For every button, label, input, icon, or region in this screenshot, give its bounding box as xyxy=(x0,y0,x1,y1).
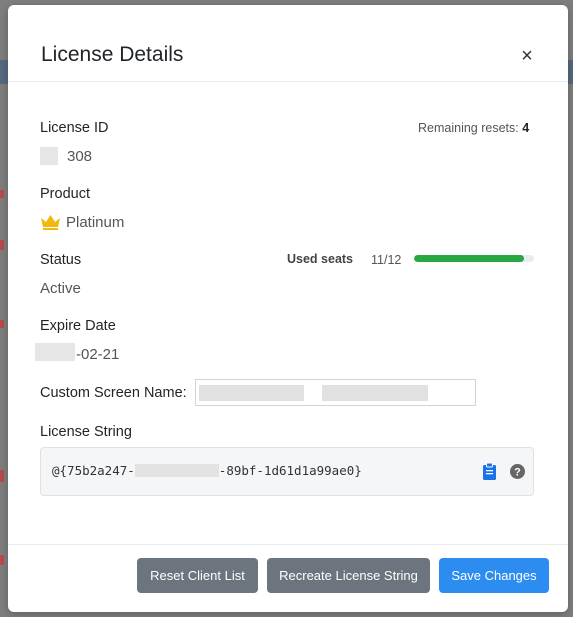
license-string-value: @{75b2a247- -89bf-1d61d1a99ae0} xyxy=(52,463,362,478)
modal-header: License Details × xyxy=(8,5,568,82)
modal-title: License Details xyxy=(41,43,184,66)
license-string-box: @{75b2a247- -89bf-1d61d1a99ae0} ? xyxy=(40,447,534,496)
close-button[interactable]: × xyxy=(517,46,537,66)
redacted-block xyxy=(199,385,304,401)
remaining-resets-label: Remaining resets: xyxy=(418,121,519,135)
used-seats-count: 11/12 xyxy=(371,253,402,267)
backdrop-marker xyxy=(0,555,4,565)
custom-screen-name-label: Custom Screen Name: xyxy=(40,385,187,401)
license-details-modal: License Details × License ID Remaining r… xyxy=(8,5,568,612)
backdrop-marker xyxy=(0,240,4,250)
status-value: Active xyxy=(40,280,81,297)
license-id-value: 308 xyxy=(67,148,93,165)
recreate-license-string-button[interactable]: Recreate License String xyxy=(267,558,430,593)
expire-date-label: Expire Date xyxy=(40,318,116,334)
redacted-block xyxy=(35,343,75,361)
close-icon: × xyxy=(521,45,533,67)
used-seats-label: Used seats xyxy=(287,252,354,266)
remaining-resets-value: 4 xyxy=(522,121,530,135)
help-icon[interactable]: ? xyxy=(510,464,525,479)
used-seats-progress xyxy=(414,255,534,262)
backdrop-marker xyxy=(0,470,4,482)
license-string-prefix: @{75b2a247- xyxy=(52,463,135,478)
product-value: Platinum xyxy=(66,214,125,231)
save-changes-button[interactable]: Save Changes xyxy=(439,558,549,593)
reset-client-list-button[interactable]: Reset Client List xyxy=(137,558,258,593)
clipboard-icon[interactable] xyxy=(483,463,496,480)
license-string-suffix: -89bf-1d61d1a99ae0} xyxy=(218,463,362,478)
license-string-label: License String xyxy=(40,424,132,440)
svg-text:?: ? xyxy=(514,467,521,479)
expire-date-value: -02-21 xyxy=(76,346,120,363)
remaining-resets: Remaining resets: 4 xyxy=(418,121,529,135)
redacted-block xyxy=(40,147,58,165)
license-id-label: License ID xyxy=(40,120,109,136)
redacted-block xyxy=(134,464,219,477)
custom-screen-name-input[interactable] xyxy=(195,379,476,406)
crown-icon xyxy=(41,215,60,230)
footer-divider xyxy=(8,544,568,545)
product-label: Product xyxy=(40,186,90,202)
used-seats-progress-fill xyxy=(414,255,524,262)
redacted-block xyxy=(322,385,428,401)
backdrop-marker xyxy=(0,190,4,198)
status-label: Status xyxy=(40,252,82,268)
backdrop-marker xyxy=(0,320,4,328)
